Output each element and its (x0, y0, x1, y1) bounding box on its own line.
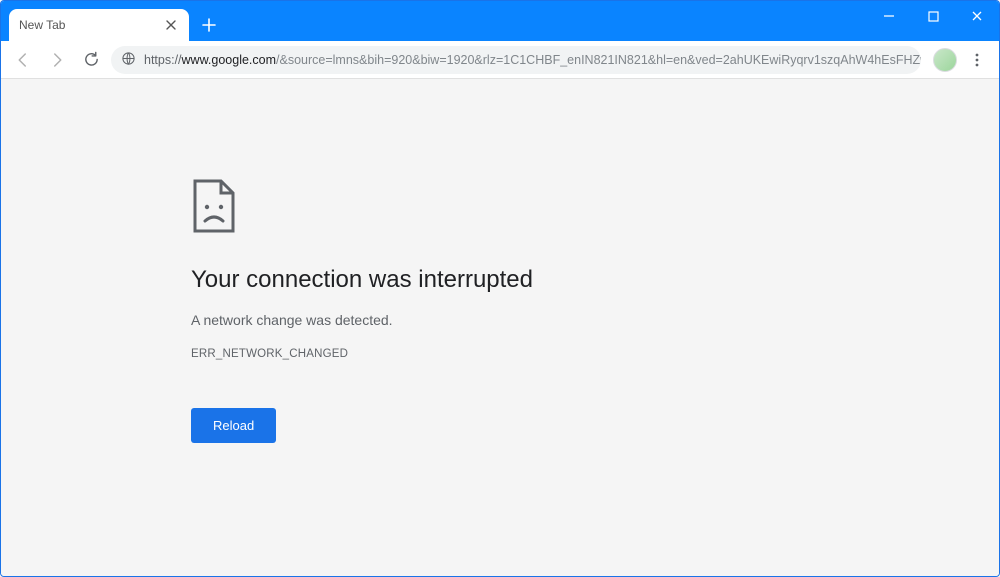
browser-window: New Tab (0, 0, 1000, 577)
profile-avatar[interactable] (933, 48, 957, 72)
maximize-button[interactable] (911, 1, 955, 31)
error-code: ERR_NETWORK_CHANGED (191, 348, 751, 360)
toolbar: https://www.google.com/&source=lmns&bih=… (1, 41, 999, 79)
address-bar[interactable]: https://www.google.com/&source=lmns&bih=… (111, 46, 921, 74)
page-content: Your connection was interrupted A networ… (1, 79, 999, 576)
reload-button[interactable]: Reload (191, 408, 276, 443)
error-title: Your connection was interrupted (191, 266, 751, 294)
site-info-icon[interactable] (121, 51, 136, 69)
minimize-button[interactable] (867, 1, 911, 31)
url-host: www.google.com (182, 53, 277, 67)
url-scheme: https:// (144, 53, 182, 67)
close-tab-icon[interactable] (163, 17, 179, 33)
url-path: /&source=lmns&bih=920&biw=1920&rlz=1C1CH… (276, 53, 921, 67)
forward-button[interactable] (43, 46, 71, 74)
tab-new-tab[interactable]: New Tab (9, 9, 189, 41)
back-button[interactable] (9, 46, 37, 74)
error-block: Your connection was interrupted A networ… (191, 179, 751, 443)
titlebar: New Tab (1, 1, 999, 41)
sad-file-icon (191, 179, 751, 238)
window-controls (867, 1, 999, 31)
menu-button[interactable] (963, 46, 991, 74)
tab-title: New Tab (19, 18, 163, 32)
error-subtitle: A network change was detected. (191, 312, 751, 328)
reload-icon[interactable] (77, 46, 105, 74)
close-window-button[interactable] (955, 1, 999, 31)
new-tab-button[interactable] (195, 11, 223, 39)
